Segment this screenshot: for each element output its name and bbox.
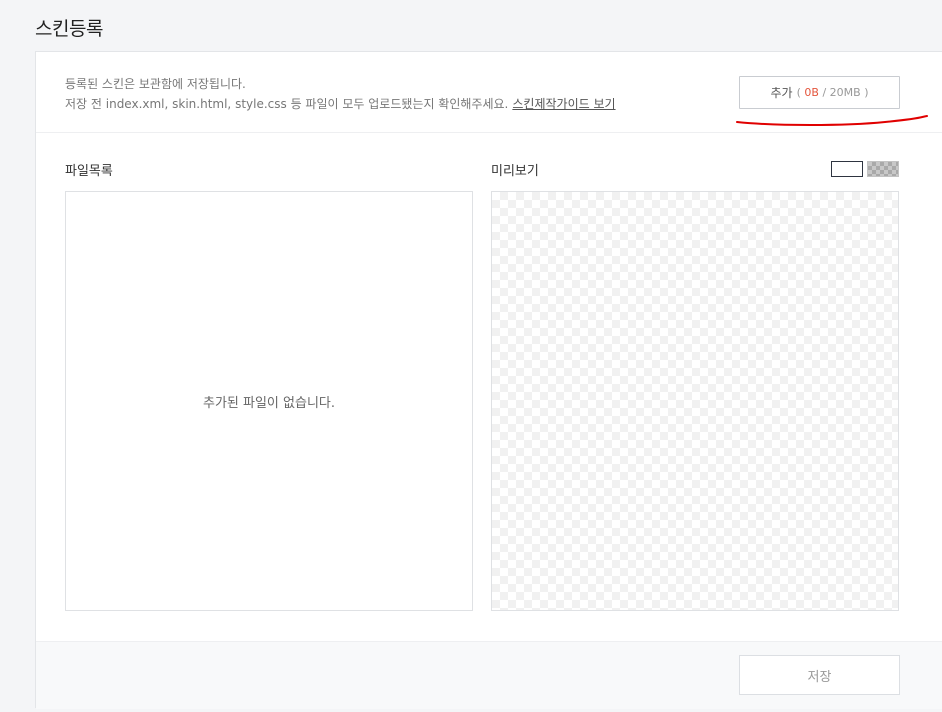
- info-section: 등록된 스킨은 보관함에 저장됩니다. 저장 전 index.xml, skin…: [36, 52, 942, 133]
- page-title: 스킨등록: [35, 18, 103, 40]
- quota-close-paren: ): [864, 86, 869, 99]
- info-line-1: 등록된 스킨은 보관함에 저장됩니다.: [65, 77, 246, 91]
- skin-guide-link[interactable]: 스킨제작가이드 보기: [512, 97, 615, 111]
- skin-upload-panel: 등록된 스킨은 보관함에 저장됩니다. 저장 전 index.xml, skin…: [35, 51, 942, 709]
- info-text: 등록된 스킨은 보관함에 저장됩니다. 저장 전 index.xml, skin…: [65, 74, 616, 114]
- add-button-label: 추가: [770, 86, 793, 100]
- preview-area: [491, 191, 899, 611]
- add-file-button[interactable]: 추가 ( 0B / 20MB ): [739, 76, 900, 109]
- info-line-2-text: 저장 전 index.xml, skin.html, style.css 등 파…: [65, 97, 509, 111]
- quota-separator: /: [822, 86, 827, 99]
- preview-title: 미리보기: [491, 164, 539, 179]
- footer: 저장: [36, 641, 942, 709]
- file-list-title: 파일목록: [65, 164, 113, 179]
- file-list: 추가된 파일이 없습니다.: [65, 191, 473, 611]
- empty-file-message: 추가된 파일이 없습니다.: [203, 395, 335, 411]
- checker-background-icon[interactable]: [867, 161, 899, 177]
- info-line-2: 저장 전 index.xml, skin.html, style.css 등 파…: [65, 94, 616, 114]
- storage-quota: ( 0B / 20MB ): [797, 86, 869, 99]
- quota-limit: 20MB: [829, 86, 861, 99]
- save-button[interactable]: 저장: [739, 655, 900, 695]
- quota-used: 0B: [804, 86, 819, 99]
- quota-open-paren: (: [796, 86, 801, 99]
- white-background-icon[interactable]: [831, 161, 863, 177]
